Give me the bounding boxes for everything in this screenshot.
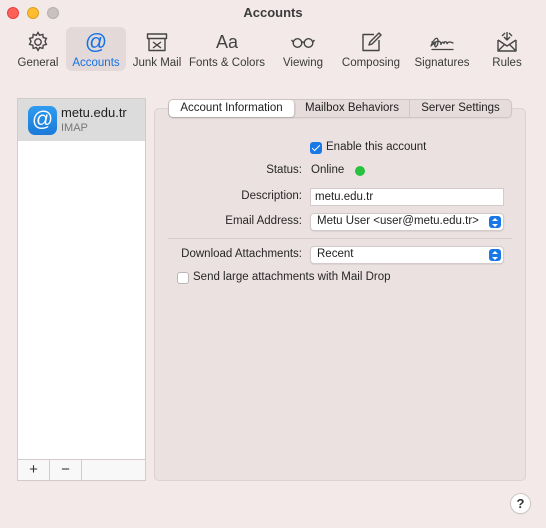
section-divider <box>168 238 512 239</box>
account-type: IMAP <box>61 122 88 134</box>
popup-arrows-icon <box>489 216 501 228</box>
email-address-value: Metu User <user@metu.edu.tr> <box>317 215 479 227</box>
tab-mailbox-behaviors[interactable]: Mailbox Behaviors <box>295 100 410 117</box>
popup-arrows-icon <box>489 249 501 261</box>
toolbar-junk-mail[interactable]: Junk Mail <box>126 27 188 71</box>
download-attachments-value: Recent <box>317 248 354 260</box>
email-address-select[interactable]: Metu User <user@metu.edu.tr> <box>310 213 504 231</box>
status-label: Status: <box>266 164 302 176</box>
account-list-item[interactable]: @ metu.edu.tr IMAP <box>18 99 145 141</box>
toolbar-general[interactable]: General <box>10 27 66 71</box>
toolbar-junk-mail-label: Junk Mail <box>132 57 182 69</box>
sidebar-footer: + − <box>18 459 145 480</box>
account-name: metu.edu.tr <box>61 105 127 120</box>
toolbar-viewing-label: Viewing <box>282 57 324 69</box>
description-label: Description: <box>241 190 302 202</box>
svg-text:@: @ <box>85 30 107 54</box>
description-input[interactable] <box>310 188 504 206</box>
email-address-label: Email Address: <box>225 215 302 227</box>
signature-icon <box>430 37 454 51</box>
gear-icon <box>28 31 48 52</box>
preferences-window: Accounts General @ Accounts Junk Mail Aa… <box>0 0 546 528</box>
mail-account-icon: @ <box>28 106 57 135</box>
fonts-icon: Aa <box>216 32 239 52</box>
toolbar-accounts[interactable]: @ Accounts <box>66 27 126 71</box>
toolbar-signatures[interactable]: Signatures <box>408 27 476 71</box>
enable-account-checkbox[interactable] <box>310 142 322 154</box>
status-online-indicator <box>355 166 365 176</box>
mail-drop-label: Send large attachments with Mail Drop <box>193 271 391 283</box>
toolbar-rules[interactable]: Rules <box>479 27 535 71</box>
toolbar-signatures-label: Signatures <box>414 57 470 69</box>
toolbar-rules-label: Rules <box>492 57 522 69</box>
remove-account-button[interactable]: − <box>50 460 82 480</box>
window-title: Accounts <box>243 5 303 20</box>
accounts-sidebar: @ metu.edu.tr IMAP + − <box>17 98 146 481</box>
account-tabs: Account Information Mailbox Behaviors Se… <box>168 99 512 118</box>
toolbar-fonts-colors[interactable]: Aa Fonts & Colors <box>188 27 266 71</box>
compose-icon <box>362 32 382 52</box>
enable-account-label: Enable this account <box>326 141 427 153</box>
status-value: Online <box>311 164 345 176</box>
toolbar-composing[interactable]: Composing <box>337 27 405 71</box>
tab-account-information[interactable]: Account Information <box>169 100 295 117</box>
fonts-icon-glyph: Aa <box>216 32 239 52</box>
add-account-button[interactable]: + <box>18 460 50 480</box>
toolbar-accounts-label: Accounts <box>72 57 120 69</box>
rules-icon <box>497 32 517 52</box>
download-attachments-label: Download Attachments: <box>181 248 302 260</box>
at-icon: @ <box>85 30 107 54</box>
preferences-toolbar: General @ Accounts Junk Mail Aa Fonts & <box>10 27 535 71</box>
download-attachments-select[interactable]: Recent <box>310 246 504 264</box>
toolbar-general-label: General <box>17 57 59 69</box>
toolbar-viewing[interactable]: Viewing <box>269 27 337 71</box>
toolbar-composing-label: Composing <box>341 57 401 69</box>
glasses-icon <box>290 37 316 49</box>
help-button[interactable]: ? <box>510 493 531 514</box>
mail-drop-checkbox[interactable] <box>177 272 189 284</box>
toolbar-fonts-colors-label: Fonts & Colors <box>188 57 266 69</box>
tab-server-settings[interactable]: Server Settings <box>410 100 511 117</box>
junk-mail-icon <box>146 33 168 52</box>
